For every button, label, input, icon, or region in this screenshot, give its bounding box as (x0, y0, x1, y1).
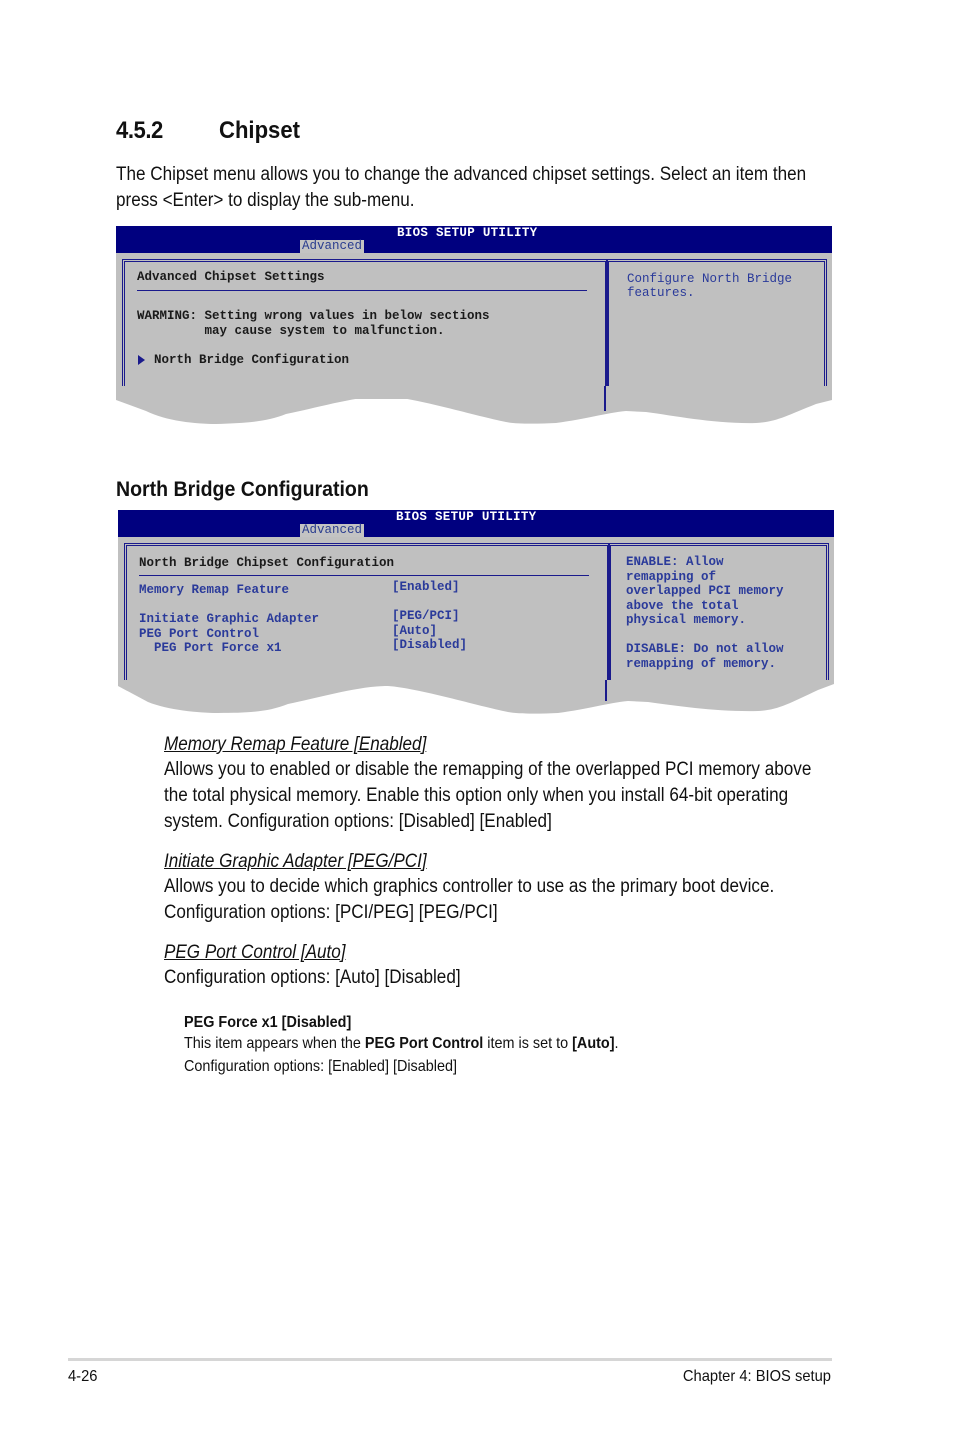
bios-screen-north-bridge: BIOS SETUP UTILITY Advanced North Bridge… (118, 510, 834, 714)
panel-title: Advanced Chipset Settings (137, 270, 325, 284)
setting-label: PEG Port Force x1 (139, 641, 282, 655)
desc-heading: Memory Remap Feature [Enabled] (164, 734, 427, 755)
desc-text: Configuration options: [Auto] [Disabled] (164, 967, 461, 988)
bios-body: Advanced Chipset Settings WARMING: Setti… (116, 253, 832, 399)
bios-title: BIOS SETUP UTILITY (396, 510, 537, 524)
chapter-title: Chapter 4: BIOS setup (682, 1368, 831, 1385)
desc-peg-force-x1: PEG Force x1 [Disabled] This item appear… (184, 1014, 667, 1078)
desc-heading: Initiate Graphic Adapter [PEG/PCI] (164, 851, 427, 872)
desc-initiate-graphic-adapter: Initiate Graphic Adapter [PEG/PCI] Allow… (164, 851, 904, 926)
torn-edge (118, 680, 834, 714)
text-fragment: . (614, 1035, 619, 1052)
bios-help-panel: Configure North Bridge features. (607, 259, 827, 399)
setting-row-memory-remap[interactable]: Memory Remap Feature (139, 580, 289, 598)
submenu-north-bridge[interactable]: North Bridge Configuration (137, 353, 349, 368)
sub-desc-heading: PEG Force x1 [Disabled] (184, 1014, 352, 1031)
tab-advanced[interactable]: Advanced (300, 240, 365, 253)
subsection-title: North Bridge Configuration (116, 478, 369, 501)
help-line: DISABLE: Do not allow (626, 642, 784, 656)
help-line: remapping of (626, 569, 717, 584)
desc-heading: PEG Port Control [Auto] (164, 942, 346, 963)
panel-title-divider (137, 290, 587, 291)
desc-memory-remap: Memory Remap Feature [Enabled] Allows yo… (164, 734, 904, 835)
page-number: 4-26 (68, 1368, 98, 1385)
submenu-arrow-icon (138, 355, 145, 366)
bios-screen-advanced-chipset: BIOS SETUP UTILITY Advanced Advanced Chi… (116, 226, 832, 428)
submenu-label: North Bridge Configuration (154, 353, 350, 367)
setting-value[interactable]: [Disabled] (392, 638, 467, 653)
desc-text: Allows you to decide which graphics cont… (164, 876, 775, 923)
bios-main-panel: North Bridge Chipset Configuration Memor… (124, 543, 609, 681)
setting-value[interactable]: [Auto] (392, 624, 437, 639)
bios-title: BIOS SETUP UTILITY (397, 226, 538, 240)
setting-value[interactable]: [PEG/PCI] (392, 609, 460, 624)
help-line: ENABLE: Allow (626, 555, 724, 569)
panel-title: North Bridge Chipset Configuration (139, 556, 395, 570)
desc-text: Allows you to enabled or disable the rem… (164, 759, 812, 832)
desc-peg-port-control: PEG Port Control [Auto] Configuration op… (164, 942, 904, 991)
warning-line-2: may cause system to malfunction. (137, 324, 445, 338)
setting-label: Memory Remap Feature (139, 583, 290, 597)
bios-help-panel: ENABLE: Allow remapping of overlapped PC… (609, 543, 829, 681)
help-line: remapping of memory. (626, 656, 777, 671)
sub-desc-options: Configuration options: [Enabled] [Disabl… (184, 1058, 457, 1075)
footer-divider (68, 1358, 832, 1361)
help-line-1: Configure North Bridge (627, 272, 793, 286)
setting-row-peg-port-force-x1[interactable]: PEG Port Force x1 (139, 638, 282, 656)
text-fragment: item is set to (483, 1035, 573, 1052)
sub-desc-text: This item appears when the PEG Port Cont… (184, 1032, 619, 1055)
text-bold-fragment: PEG Port Control (364, 1035, 484, 1052)
section-intro: The Chipset menu allows you to change th… (116, 164, 807, 211)
tab-advanced[interactable]: Advanced (300, 524, 365, 537)
section-title: Chipset (219, 117, 300, 144)
section-number: 4.5.2 (116, 117, 163, 144)
help-line: physical memory. (626, 613, 747, 627)
help-line-2: features. (627, 286, 695, 300)
bios-main-panel: Advanced Chipset Settings WARMING: Setti… (122, 259, 607, 399)
bios-body: North Bridge Chipset Configuration Memor… (118, 537, 834, 681)
warning-line-1: WARMING: Setting wrong values in below s… (137, 309, 490, 323)
torn-edge (116, 386, 832, 424)
text-bold-fragment: [Auto] (572, 1035, 615, 1052)
help-line: overlapped PCI memory (626, 584, 784, 598)
help-line: above the total (626, 598, 739, 613)
setting-value[interactable]: [Enabled] (392, 580, 460, 595)
panel-title-divider (139, 575, 589, 576)
text-fragment: This item appears when the (184, 1035, 365, 1052)
